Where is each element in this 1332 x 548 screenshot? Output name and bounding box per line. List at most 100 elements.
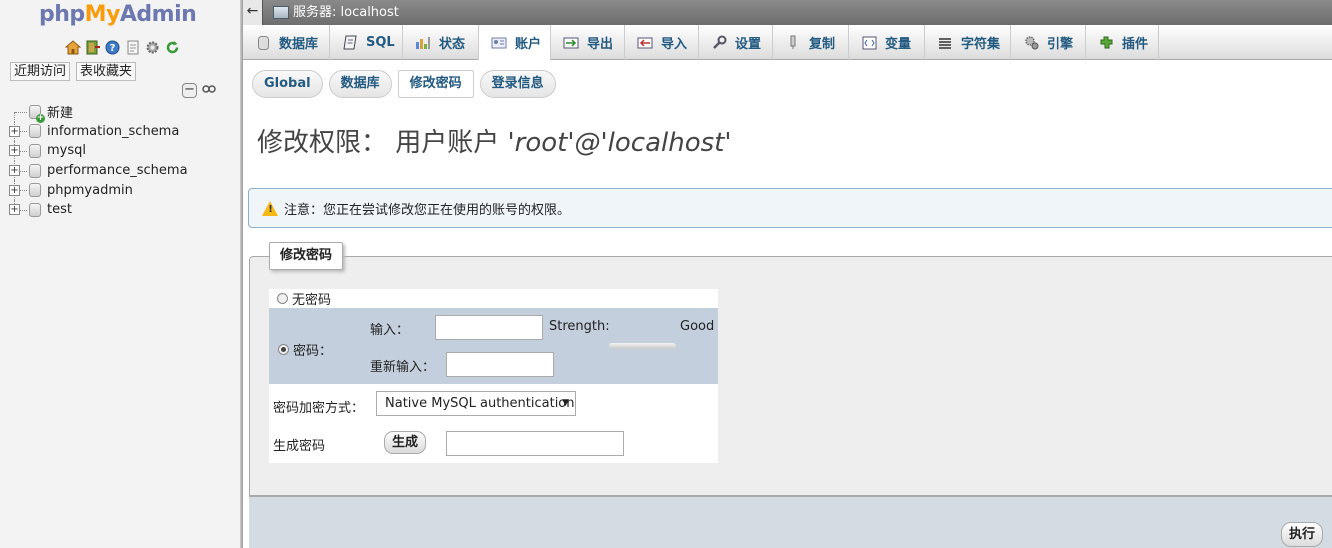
execute-button[interactable]: 执行: [1281, 522, 1323, 547]
nav-icon-bar: ?: [64, 39, 181, 55]
expand-icon[interactable]: +: [9, 165, 20, 177]
tab-import[interactable]: 导入: [625, 25, 699, 60]
hashing-method-select[interactable]: Native MySQL authentication ▼: [376, 391, 576, 416]
home-icon[interactable]: [64, 39, 81, 55]
notice-text: 注意：您正在尝试修改您正在使用的账号的权限。: [284, 202, 571, 218]
tree-item-mysql[interactable]: + mysql: [0, 141, 240, 161]
tab-engines[interactable]: 引擎: [1011, 25, 1086, 60]
account-subtabs: Global 数据库 修改密码 登录信息: [252, 70, 556, 98]
tree-item-label[interactable]: performance_schema: [47, 163, 188, 178]
password-confirm-field[interactable]: [446, 352, 554, 377]
password-radio[interactable]: [278, 344, 289, 355]
tree-item-information-schema[interactable]: + information_schema: [0, 121, 240, 142]
tab-settings[interactable]: 设置: [699, 25, 773, 60]
tree-item-label[interactable]: 新建: [47, 102, 73, 121]
tree-item-phpmyadmin[interactable]: + phpmyadmin: [0, 180, 240, 200]
panel-resizer[interactable]: [240, 0, 243, 548]
tab-replication[interactable]: 复制: [773, 25, 849, 60]
subtab-login-information[interactable]: 登录信息: [479, 70, 556, 98]
server-label[interactable]: 服务器: localhost: [293, 0, 399, 25]
strength-meter: [609, 343, 676, 349]
generated-password-field[interactable]: [446, 431, 624, 456]
tree-item-label[interactable]: information_schema: [47, 124, 179, 139]
collapse-all-icon[interactable]: −: [182, 83, 197, 98]
generate-password-label: 生成密码: [273, 439, 326, 454]
tab-sql[interactable]: SQL: [330, 25, 403, 60]
subtab-change-password[interactable]: 修改密码: [397, 70, 474, 98]
form-footer: [249, 496, 1332, 548]
tab-plugins[interactable]: 插件: [1086, 25, 1159, 60]
tab-label: 导入: [661, 37, 688, 52]
subtab-global[interactable]: Global: [252, 70, 323, 98]
settings-icon[interactable]: [144, 39, 161, 55]
server-icon: [273, 6, 289, 19]
tab-label: 账户: [515, 37, 542, 52]
reenter-label: 重新输入：: [370, 360, 436, 375]
tree-item-label[interactable]: test: [47, 202, 72, 217]
tree-item-new[interactable]: 新建: [0, 102, 240, 123]
page-title-prefix: 修改权限： 用户账户: [257, 128, 508, 158]
notice-message: 注意：您正在尝试修改您正在使用的账号的权限。: [248, 188, 1332, 228]
logo-admin: Admin: [119, 2, 197, 27]
sql-icon: [342, 35, 358, 51]
replication-icon: [785, 35, 801, 51]
navigation-panel: phpMyAdmin ? 近期访问 表收藏夹 − + 新建 + informat…: [0, 0, 240, 548]
svg-text:?: ?: [110, 43, 116, 54]
password-field[interactable]: [435, 315, 543, 340]
tab-variables[interactable]: 变量: [849, 25, 925, 60]
link-with-main-icon[interactable]: [201, 83, 216, 98]
subtab-database[interactable]: 数据库: [328, 70, 392, 98]
expand-icon[interactable]: +: [9, 184, 20, 196]
tab-databases[interactable]: 数据库: [243, 25, 330, 60]
password-label[interactable]: 密码：: [293, 340, 332, 359]
tree-item-test[interactable]: + test: [0, 199, 240, 220]
logo-php: php: [39, 2, 85, 27]
hashing-method-value: Native MySQL authentication: [385, 396, 575, 411]
tab-export[interactable]: 导出: [551, 25, 625, 60]
strength-value: Good: [680, 319, 715, 334]
status-icon: [415, 35, 431, 51]
expand-icon[interactable]: +: [9, 125, 20, 137]
nav-tabs: 近期访问 表收藏夹: [10, 62, 137, 81]
warning-icon: [262, 200, 279, 216]
generate-button[interactable]: 生成: [384, 431, 426, 454]
database-icon: [29, 202, 41, 217]
database-icon: [29, 143, 41, 158]
charset-icon: [937, 35, 953, 51]
change-password-form: 无密码 密码： 输入： Strength: Good 重新输入： 密码加密方式：…: [269, 289, 718, 463]
tab-label: 插件: [1122, 37, 1149, 52]
phpmyadmin-logo[interactable]: phpMyAdmin: [39, 2, 197, 27]
tab-label: 数据库: [279, 37, 319, 52]
password-row: 密码： 输入： Strength: Good 重新输入：: [269, 308, 718, 384]
tab-label: SQL: [366, 35, 395, 50]
password-option: 密码：: [278, 340, 332, 359]
tab-label: 复制: [809, 37, 836, 52]
new-database-icon: [29, 104, 45, 123]
enter-label: 输入：: [370, 323, 410, 338]
nav-tab-favorites[interactable]: 表收藏夹: [76, 62, 137, 81]
tree-item-label[interactable]: phpmyadmin: [47, 183, 133, 198]
no-password-label[interactable]: 无密码: [292, 289, 331, 308]
nav-tab-recent[interactable]: 近期访问: [10, 62, 71, 81]
back-arrow-icon[interactable]: ←: [243, 0, 263, 25]
tab-label: 变量: [885, 37, 912, 52]
docs-icon[interactable]: [124, 39, 141, 55]
tab-accounts[interactable]: 账户: [479, 25, 551, 61]
tree-controls: −: [182, 83, 216, 98]
no-password-radio[interactable]: [277, 293, 288, 304]
expand-icon[interactable]: +: [9, 204, 20, 216]
reload-icon[interactable]: [164, 39, 181, 55]
wrench-icon: [711, 35, 727, 51]
tree-item-label[interactable]: mysql: [47, 143, 86, 158]
tab-label: 导出: [587, 37, 614, 52]
tab-status[interactable]: 状态: [403, 25, 479, 60]
tree-item-performance-schema[interactable]: + performance_schema: [0, 160, 240, 181]
page-title-user: 'root'@'localhost': [507, 128, 732, 158]
exit-icon[interactable]: [84, 39, 101, 55]
no-password-row: 无密码: [269, 289, 718, 308]
tab-charset[interactable]: 字符集: [925, 25, 1011, 60]
logo-my: My: [84, 2, 121, 27]
breadcrumb-server[interactable]: 服务器: localhost: [273, 0, 399, 25]
help-icon[interactable]: ?: [104, 39, 121, 55]
expand-icon[interactable]: +: [9, 145, 20, 157]
